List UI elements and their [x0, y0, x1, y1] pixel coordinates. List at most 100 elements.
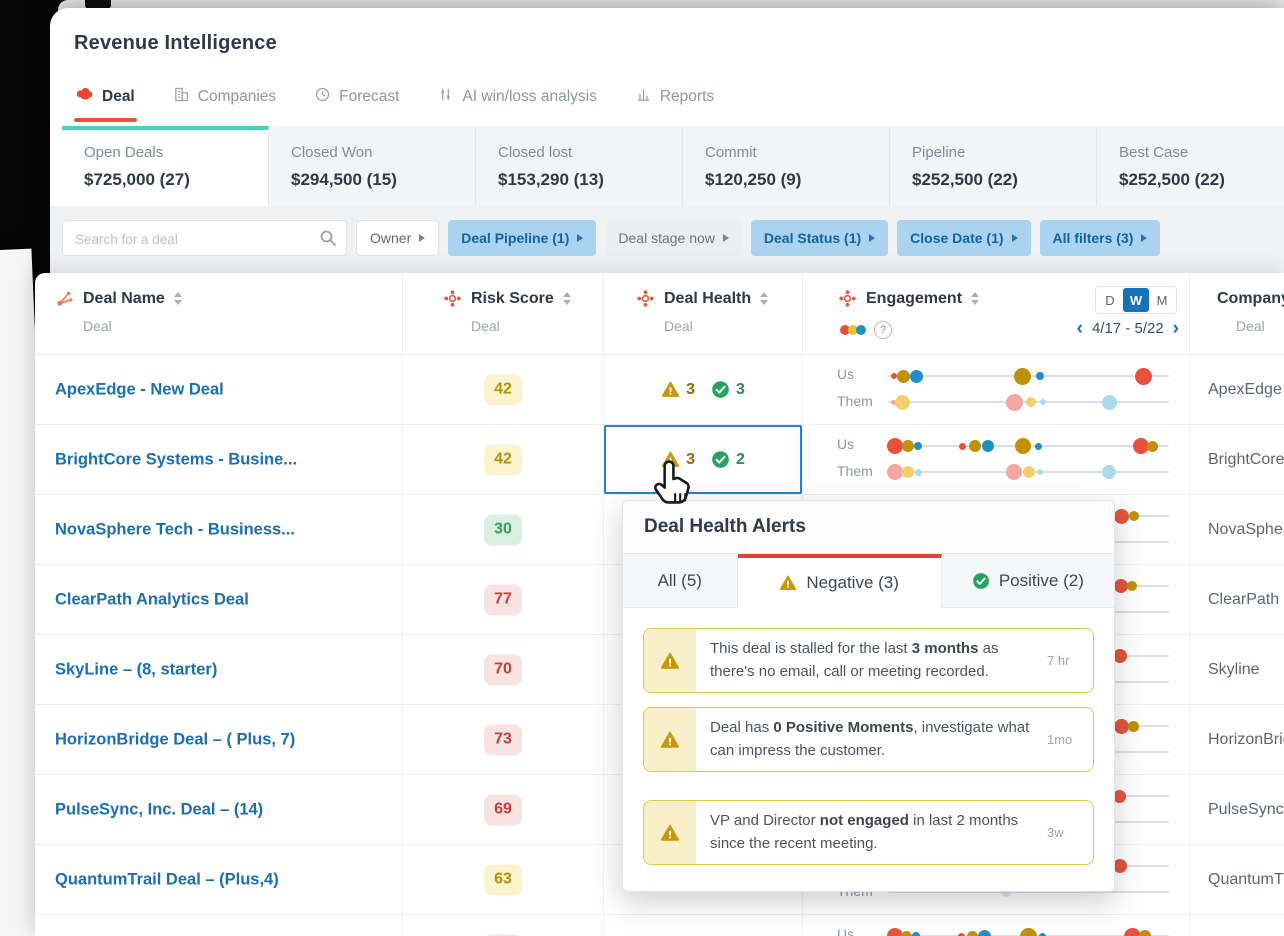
- deal-name-cell: HorizonBridge Deal – ( Plus, 7): [35, 705, 403, 774]
- summary-card-closed-won[interactable]: Closed Won$294,500 (15): [269, 126, 476, 206]
- company-cell: QuantumTrail: [1190, 845, 1284, 914]
- sort-control[interactable]: [563, 292, 571, 305]
- deal-health-cell[interactable]: 33: [604, 355, 803, 424]
- company-cell: PulseSync: [1190, 775, 1284, 844]
- alert-card: Deal has 0 Positive Moments, investigate…: [643, 707, 1094, 772]
- engagement-cell[interactable]: UsThem: [803, 425, 1190, 494]
- sort-control[interactable]: [760, 292, 768, 305]
- help-icon[interactable]: ?: [874, 321, 892, 339]
- summary-card-open-deals[interactable]: Open Deals$725,000 (27): [62, 126, 269, 206]
- engagement-cell[interactable]: UsThem: [803, 915, 1190, 936]
- warning-icon: [779, 574, 797, 592]
- summary-card-commit[interactable]: Commit$120,250 (9): [683, 126, 890, 206]
- filter-chip-owner[interactable]: Owner: [356, 220, 439, 256]
- filter-chip-deal-status-1-[interactable]: Deal Status (1): [751, 220, 888, 256]
- sort-control[interactable]: [971, 292, 979, 305]
- nav-tab-forecast[interactable]: Forecast: [314, 86, 399, 108]
- column-header-deal-name[interactable]: Deal Name Deal: [35, 273, 403, 355]
- caret-right-icon: [577, 234, 583, 242]
- alert-text: This deal is stalled for the last 3 mont…: [696, 629, 1047, 692]
- deal-name-cell: [35, 915, 403, 936]
- risk-score-cell: 42: [403, 425, 604, 494]
- company-cell: BrightCore: [1190, 425, 1284, 494]
- deal-name-link[interactable]: SkyLine – (8, starter): [55, 660, 217, 679]
- positive-count: 2: [736, 451, 745, 469]
- column-title: Company: [1217, 290, 1284, 308]
- caret-right-icon: [723, 234, 729, 242]
- filter-chip-close-date-1-[interactable]: Close Date (1): [897, 220, 1030, 256]
- filter-chip-all-filters-3-[interactable]: All filters (3): [1040, 220, 1161, 256]
- next-chevron-icon[interactable]: ›: [1173, 319, 1179, 338]
- alert-warning-stripe: [644, 801, 696, 864]
- engagement-dot: [967, 931, 978, 936]
- column-title: Risk Score: [471, 290, 554, 308]
- nav-tab-label: Forecast: [339, 88, 399, 106]
- engagement-cell[interactable]: UsThem: [803, 355, 1190, 424]
- engagement-dot: [887, 464, 903, 480]
- deal-health-cell[interactable]: [604, 915, 803, 936]
- engagement-dot: [887, 438, 903, 454]
- column-header-engagement[interactable]: Engagement ? DWM ‹ 4/17 - 5/22 ›: [803, 273, 1190, 355]
- risk-score-cell: 63: [403, 845, 604, 914]
- popup-tab-positive-2-[interactable]: Positive (2): [942, 554, 1114, 608]
- deal-name-cell: SkyLine – (8, starter): [35, 635, 403, 704]
- period-toggle-d[interactable]: D: [1097, 288, 1123, 312]
- column-header-deal-health[interactable]: Deal Health Deal: [604, 273, 803, 355]
- engagement-dot: [901, 931, 912, 936]
- filter-chip-deal-pipeline-1-[interactable]: Deal Pipeline (1): [448, 220, 596, 256]
- summary-card-label: Commit: [705, 144, 889, 161]
- nav-tab-companies[interactable]: Companies: [173, 86, 276, 108]
- health-flower-icon: [443, 289, 462, 308]
- engagement-dot: [1128, 721, 1139, 732]
- deal-name-link[interactable]: NovaSphere Tech - Business...: [55, 520, 295, 539]
- filter-chip-label: Close Date (1): [910, 230, 1003, 246]
- deal-name-link[interactable]: ClearPath Analytics Deal: [55, 590, 249, 609]
- deal-name-link[interactable]: PulseSync, Inc. Deal – (14): [55, 800, 263, 819]
- engagement-dot: [1135, 368, 1152, 385]
- nav-tab-deal[interactable]: Deal: [76, 86, 135, 109]
- prev-chevron-icon[interactable]: ‹: [1077, 319, 1083, 338]
- period-toggle-m[interactable]: M: [1149, 288, 1175, 312]
- engagement-dot: [1039, 933, 1046, 936]
- filter-chip-deal-stage-now[interactable]: Deal stage now: [605, 220, 742, 256]
- engagement-dot: [1037, 469, 1043, 475]
- period-toggle: DWM: [1095, 286, 1177, 314]
- engagement-dot: [1102, 465, 1116, 479]
- column-header-risk-score[interactable]: Risk Score Deal: [403, 273, 604, 355]
- engagement-dot: [969, 440, 981, 452]
- popup-tab-negative-3-[interactable]: Negative (3): [738, 554, 942, 608]
- column-header-company[interactable]: Company Deal: [1190, 273, 1284, 355]
- filter-chip-label: Owner: [370, 230, 411, 246]
- deal-name-link[interactable]: QuantumTrail Deal – (Plus,4): [55, 870, 279, 889]
- nav-tab-reports[interactable]: Reports: [635, 86, 714, 108]
- engagement-dot: [891, 373, 897, 379]
- date-range-nav: ‹ 4/17 - 5/22 ›: [1077, 319, 1179, 338]
- engagement-dot: [1114, 509, 1129, 524]
- sort-control[interactable]: [174, 292, 182, 305]
- search-input[interactable]: [73, 221, 317, 257]
- summary-card-best-case[interactable]: Best Case$252,500 (22): [1097, 126, 1284, 206]
- warning-icon: [661, 380, 680, 399]
- engagement-legend: ?: [840, 321, 892, 339]
- company-name: QuantumTrail: [1190, 871, 1284, 889]
- deal-name-link[interactable]: HorizonBridge Deal – ( Plus, 7): [55, 730, 295, 749]
- gong-logo-icon: [76, 86, 94, 109]
- deal-name-cell: ApexEdge - New Deal: [35, 355, 403, 424]
- summary-card-closed-lost[interactable]: Closed lost$153,290 (13): [476, 126, 683, 206]
- nav-tab-ai-win-loss-analysis[interactable]: AI win/loss analysis: [437, 86, 596, 108]
- deal-name-link[interactable]: BrightCore Systems - Busine...: [55, 450, 297, 469]
- deal-health-cell[interactable]: 32: [604, 425, 803, 494]
- engagement-dot: [1129, 511, 1139, 521]
- alert-text: VP and Director not engaged in last 2 mo…: [696, 801, 1047, 864]
- column-subtitle: Deal: [1236, 318, 1284, 334]
- engagement-dot: [982, 440, 994, 452]
- table-row: UsThem: [35, 915, 1284, 936]
- deal-name-link[interactable]: ApexEdge - New Deal: [55, 380, 224, 399]
- health-flower-icon: [636, 289, 655, 308]
- alert-time: 7 hr: [1047, 629, 1093, 692]
- popup-tab-all-5-[interactable]: All (5): [623, 554, 738, 608]
- period-toggle-w[interactable]: W: [1123, 288, 1149, 312]
- summary-card-pipeline[interactable]: Pipeline$252,500 (22): [890, 126, 1097, 206]
- deal-name-cell: PulseSync, Inc. Deal – (14): [35, 775, 403, 844]
- caret-right-icon: [869, 234, 875, 242]
